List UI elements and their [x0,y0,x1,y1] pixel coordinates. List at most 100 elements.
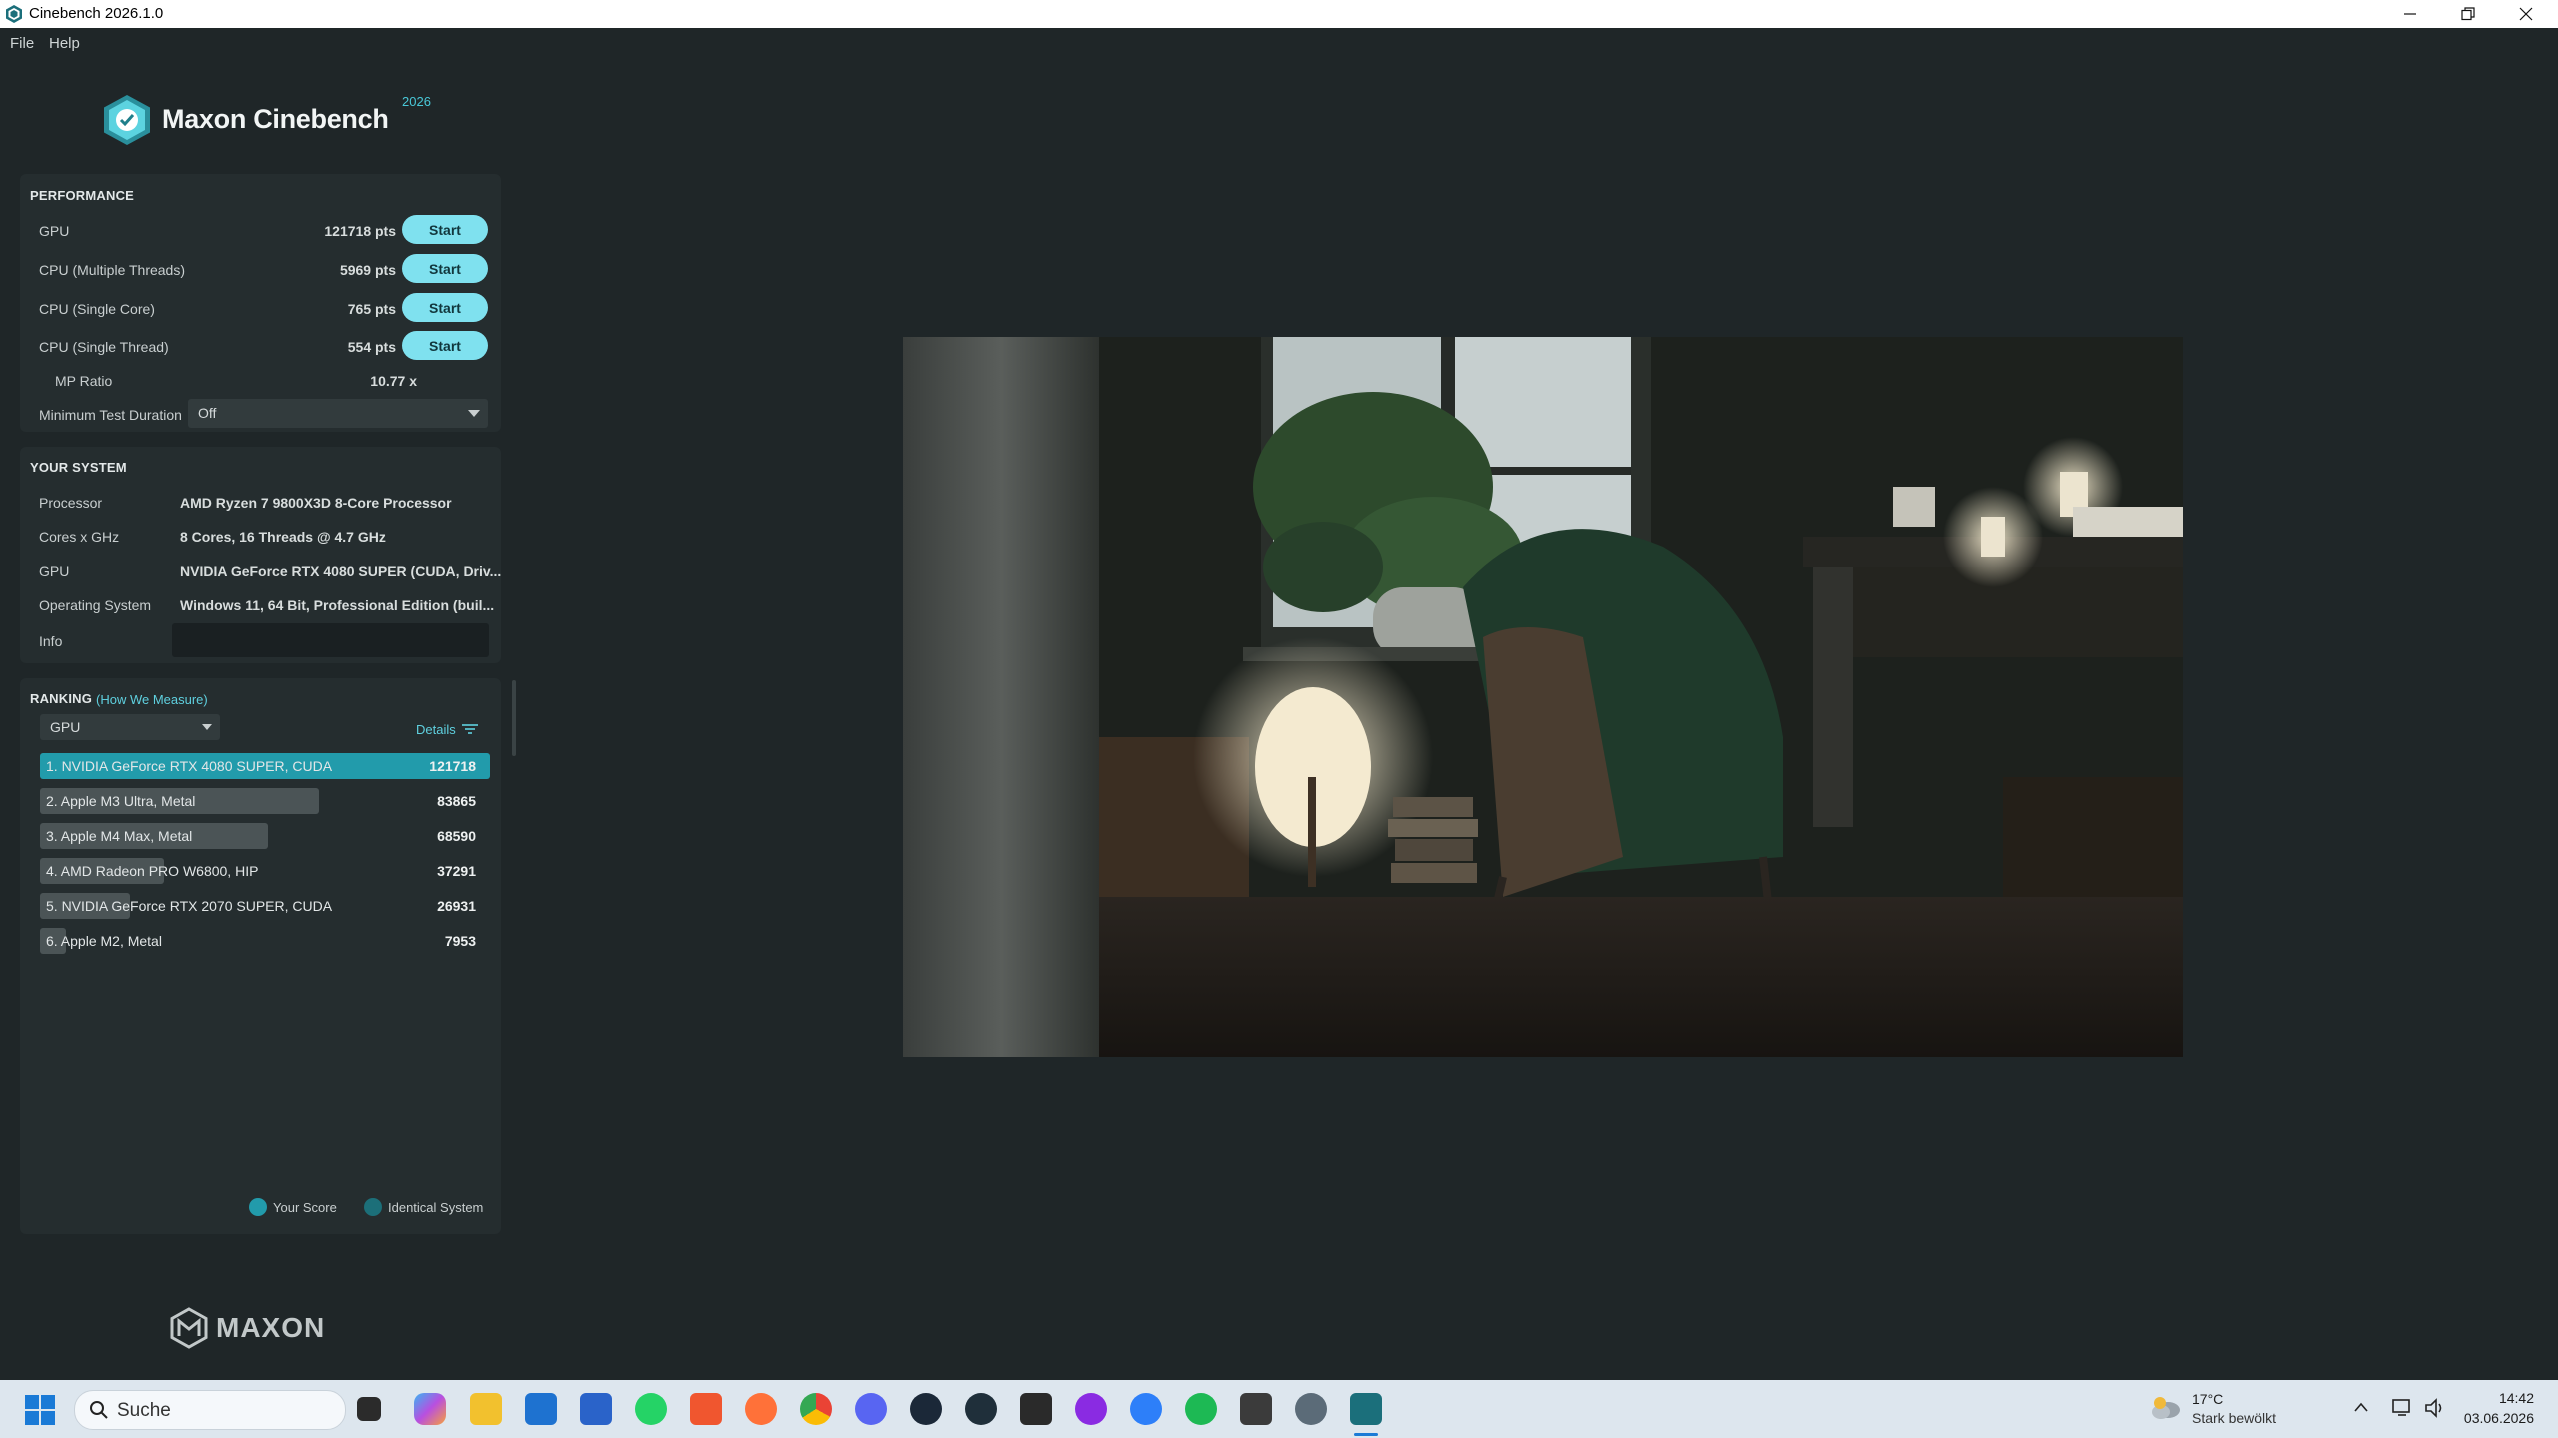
render-scene-image [903,337,2183,1057]
media-app-icon[interactable] [1075,1393,1107,1425]
menu-bar: File Help [0,28,2558,58]
ranking-row[interactable]: 2. Apple M3 Ultra, Metal 83865 [40,788,490,814]
info-field[interactable] [172,623,489,657]
ranking-score: 26931 [437,898,476,914]
game-launcher-icon[interactable] [1240,1393,1272,1425]
title-bar: Cinebench 2026.1.0 [0,0,2558,28]
weather-desc[interactable]: Stark bewölkt [2192,1410,2276,1426]
taskbar-search[interactable]: Suche [74,1390,346,1430]
file-explorer-icon[interactable] [470,1393,502,1425]
chevron-down-icon [202,724,212,730]
epic-games-icon[interactable] [1020,1393,1052,1425]
system-value-gpu: NVIDIA GeForce RTX 4080 SUPER (CUDA, Dri… [180,563,502,579]
how-we-measure-link[interactable]: (How We Measure) [96,692,208,707]
spotify-icon[interactable] [1185,1393,1217,1425]
firefox-icon[interactable] [745,1393,777,1425]
ranking-panel: RANKING (How We Measure) GPU Details 1. … [20,678,501,1234]
mail-icon[interactable] [525,1393,557,1425]
weather-temp[interactable]: 17°C [2192,1391,2223,1407]
clock-date[interactable]: 03.06.2026 [2464,1410,2534,1426]
ranking-row[interactable]: 6. Apple M2, Metal 7953 [40,928,490,954]
min-duration-dropdown[interactable]: Off [188,399,488,428]
panel-scrollbar[interactable] [512,680,516,756]
system-label-info: Info [39,633,63,649]
start-gpu-button[interactable]: Start [402,215,488,244]
windows-start-icon[interactable] [25,1395,55,1425]
ranking-row[interactable]: 4. AMD Radeon PRO W6800, HIP 37291 [40,858,490,884]
ranking-filter-dropdown[interactable]: GPU [40,714,220,740]
test-label-cpu-single-core: CPU (Single Core) [39,301,155,317]
clock-time[interactable]: 14:42 [2499,1390,2534,1406]
filter-icon [461,724,478,734]
mp-ratio-value: 10.77 x [370,373,417,389]
legend-your-score-label: Your Score [273,1199,337,1215]
ranking-name: 2. Apple M3 Ultra, Metal [46,793,196,809]
start-cpu-single-thread-button[interactable]: Start [402,331,488,360]
battle-net-icon[interactable] [1130,1393,1162,1425]
task-view-icon[interactable] [357,1397,381,1421]
legend-swatch [364,1198,382,1216]
obs-icon[interactable] [965,1393,997,1425]
maxon-logo-text: MAXON [216,1312,326,1343]
start-cpu-multi-button[interactable]: Start [402,254,488,283]
cinebench-taskbar-icon[interactable] [1350,1393,1382,1425]
ranking-name: 3. Apple M4 Max, Metal [46,828,193,844]
ranking-row[interactable]: 5. NVIDIA GeForce RTX 2070 SUPER, CUDA 2… [40,893,490,919]
network-icon[interactable] [2392,1398,2414,1418]
ranking-name: 1. NVIDIA GeForce RTX 4080 SUPER, CUDA [46,758,333,774]
discord-icon[interactable] [855,1393,887,1425]
system-label-gpu: GPU [39,563,70,579]
chrome-icon[interactable] [800,1393,832,1425]
active-app-indicator [1354,1433,1378,1436]
test-score-cpu-single-thread: 554 pts [347,339,396,355]
brave-icon[interactable] [690,1393,722,1425]
whatsapp-icon[interactable] [635,1393,667,1425]
menu-help[interactable]: Help [49,35,80,52]
start-cpu-single-core-button[interactable]: Start [402,293,488,322]
system-label-os: Operating System [39,597,152,613]
close-icon [2519,7,2533,21]
ranking-row[interactable]: 3. Apple M4 Max, Metal 68590 [40,823,490,849]
ranking-name: 4. AMD Radeon PRO W6800, HIP [46,863,259,879]
minimize-icon [2404,13,2416,15]
details-label: Details [416,721,456,737]
system-value-processor: AMD Ryzen 7 9800X3D 8-Core Processor [180,495,452,511]
maxon-logo-icon [170,1307,208,1349]
chevron-up-icon[interactable] [2354,1402,2368,1412]
legend-swatch [249,1198,267,1216]
steam-icon[interactable] [910,1393,942,1425]
window-title: Cinebench 2026.1.0 [29,5,164,22]
ranking-score: 121718 [429,758,476,774]
minimize-button[interactable] [2382,0,2438,28]
system-value-cores: 8 Cores, 16 Threads @ 4.7 GHz [180,529,386,545]
min-duration-value: Off [198,405,217,421]
ranking-row[interactable]: 1. NVIDIA GeForce RTX 4080 SUPER, CUDA 1… [40,753,490,779]
system-heading: YOUR SYSTEM [30,460,127,475]
ranking-name: 6. Apple M2, Metal [46,933,162,949]
ranking-name: 5. NVIDIA GeForce RTX 2070 SUPER, CUDA [46,898,333,914]
render-preview [903,337,2183,1057]
settings-icon[interactable] [1295,1393,1327,1425]
details-button[interactable]: Details [416,720,478,738]
search-icon [90,1401,108,1419]
menu-file[interactable]: File [10,35,34,52]
volume-icon[interactable] [2424,1398,2446,1418]
cinebench-logo-icon [104,95,150,145]
ranking-score: 83865 [437,793,476,809]
system-label-cores: Cores x GHz [39,529,120,545]
restore-button[interactable] [2440,0,2496,28]
legend-your-score: Your Score [249,1198,337,1216]
system-value-os: Windows 11, 64 Bit, Professional Edition… [180,597,495,613]
copilot-icon[interactable] [414,1393,446,1425]
test-score-gpu: 121718 pts [324,223,396,239]
system-panel: YOUR SYSTEM Processor AMD Ryzen 7 9800X3… [20,447,501,663]
test-label-gpu: GPU [39,223,70,239]
ranking-filter-value: GPU [50,719,81,735]
test-label-cpu-single-thread: CPU (Single Thread) [39,339,169,355]
close-button[interactable] [2498,0,2554,28]
logo-year: 2026 [402,94,431,109]
store-icon[interactable] [580,1393,612,1425]
ranking-score: 7953 [444,933,476,949]
chevron-down-icon [468,410,480,417]
legend-identical-label: Identical System [388,1199,484,1215]
